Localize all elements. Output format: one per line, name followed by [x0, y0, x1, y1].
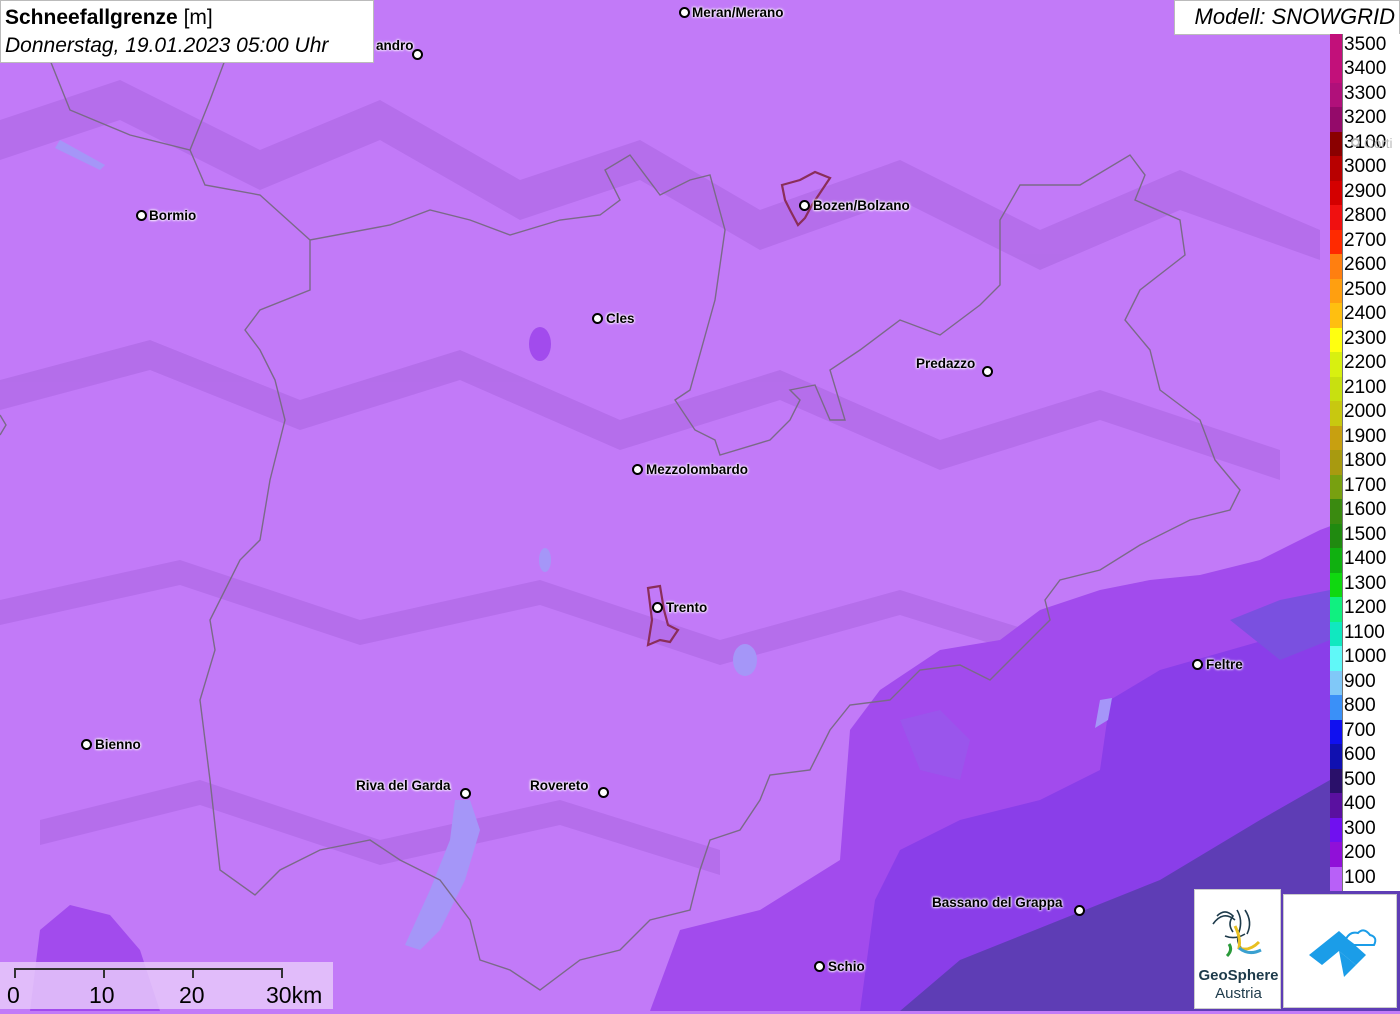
legend-item: 400 [1330, 781, 1400, 818]
legend-item: 100 [1330, 855, 1400, 891]
weather-app-logo[interactable] [1283, 894, 1397, 1008]
place-marker[interactable] [652, 602, 663, 613]
legend-item: 500 [1330, 757, 1400, 794]
legend-item: 900 [1330, 659, 1400, 696]
legend-swatch [1330, 866, 1343, 891]
legend-item: 600 [1330, 732, 1400, 769]
scale-tick-10 [103, 968, 105, 978]
place-marker[interactable] [598, 787, 609, 798]
legend-item: 3300 [1330, 71, 1400, 108]
legend-item: 2200 [1330, 340, 1400, 377]
legend-item: 1500 [1330, 512, 1400, 549]
place-label[interactable]: Corti [1364, 136, 1393, 151]
legend-item: 2500 [1330, 267, 1400, 304]
place-label[interactable]: Meran/Merano [692, 5, 784, 20]
map-title-bold: Schneefallgrenze [5, 6, 178, 29]
map-title: Schneefallgrenze [m] [5, 4, 369, 32]
legend-item: 300 [1330, 806, 1400, 843]
weather-app-icon [1309, 929, 1377, 977]
legend-item: 1400 [1330, 536, 1400, 573]
place-label[interactable]: Bassano del Grappa [932, 895, 1063, 910]
place-marker[interactable] [1351, 138, 1360, 147]
legend-item: 1900 [1330, 414, 1400, 451]
geosphere-icon [1212, 909, 1262, 958]
legend-item: 700 [1330, 708, 1400, 745]
place-marker[interactable] [136, 210, 147, 221]
place-marker[interactable] [81, 739, 92, 750]
geosphere-name: GeoSphere [1198, 967, 1279, 984]
legend-label: 100 [1344, 866, 1376, 888]
legend-item: 1600 [1330, 487, 1400, 524]
legend-item: 1300 [1330, 561, 1400, 598]
place-label[interactable]: Trento [666, 600, 707, 615]
legend-item: 1100 [1330, 610, 1400, 647]
place-marker[interactable] [982, 366, 993, 377]
place-marker[interactable] [632, 464, 643, 475]
map-title-unit: [m] [183, 6, 213, 29]
place-marker[interactable] [1192, 659, 1203, 670]
color-legend: 3500 3400 3300 3200 3100 3000 2900 2800 2700 2600… [1330, 34, 1400, 891]
place-label[interactable]: Cles [606, 311, 635, 326]
place-label[interactable]: Schio [828, 959, 865, 974]
scale-bar: 0 10 20 30km [0, 962, 333, 1009]
place-label[interactable]: Bienno [95, 737, 141, 752]
legend-item: 2600 [1330, 242, 1400, 279]
geosphere-logo[interactable]: GeoSphere Austria [1194, 889, 1281, 1009]
place-label[interactable]: Bormio [149, 208, 196, 223]
scale-tick-20 [192, 968, 194, 978]
map-title-box: Schneefallgrenze [m] Donnerstag, 19.01.2… [0, 0, 374, 63]
place-label[interactable]: Predazzo [916, 356, 975, 371]
legend-item: 200 [1330, 830, 1400, 867]
legend-item: 1700 [1330, 463, 1400, 500]
legend-item: 3200 [1330, 95, 1400, 132]
scale-tick-0 [14, 968, 16, 978]
geosphere-country: Austria [1215, 985, 1262, 1002]
place-label[interactable]: Riva del Garda [356, 778, 451, 793]
scale-label-30km: 30km [266, 982, 323, 1008]
place-marker[interactable] [814, 961, 825, 972]
legend-item: 2900 [1330, 169, 1400, 206]
legend-item: 2100 [1330, 365, 1400, 402]
legend-item: 2700 [1330, 218, 1400, 255]
place-label[interactable]: Mezzolombardo [646, 462, 748, 477]
legend-item: 2000 [1330, 389, 1400, 426]
legend-item: 3500 [1330, 22, 1400, 59]
legend-item: 1000 [1330, 634, 1400, 671]
place-marker[interactable] [679, 7, 690, 18]
place-marker[interactable] [1074, 905, 1085, 916]
map-timestamp: Donnerstag, 19.01.2023 05:00 Uhr [5, 34, 329, 57]
place-marker[interactable] [799, 200, 810, 211]
legend-item: 1200 [1330, 585, 1400, 622]
legend-item: 2300 [1330, 316, 1400, 353]
legend-item: 800 [1330, 683, 1400, 720]
scale-line [14, 968, 282, 970]
place-label[interactable]: Bozen/Bolzano [813, 198, 910, 213]
place-marker[interactable] [460, 788, 471, 799]
place-label[interactable]: andro [376, 38, 414, 53]
snowline-map[interactable] [0, 0, 1400, 1011]
scale-label-10: 10 [89, 982, 115, 1008]
place-label[interactable]: Rovereto [530, 778, 589, 793]
scale-tick-30 [281, 968, 283, 978]
zone-cles-spot [529, 327, 551, 361]
place-label[interactable]: Feltre [1206, 657, 1243, 672]
legend-item: 3400 [1330, 46, 1400, 83]
scale-label-0: 0 [7, 982, 20, 1008]
scale-label-20: 20 [179, 982, 205, 1008]
legend-item: 2400 [1330, 291, 1400, 328]
legend-item: 2800 [1330, 193, 1400, 230]
legend-item: 1800 [1330, 438, 1400, 475]
place-marker[interactable] [592, 313, 603, 324]
